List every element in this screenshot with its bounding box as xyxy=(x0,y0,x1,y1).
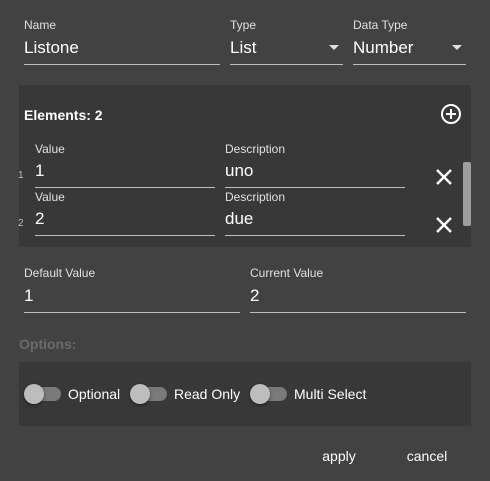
options-title: Options: xyxy=(19,336,77,352)
type-chevron-down-icon[interactable] xyxy=(329,45,339,50)
remove-row-close-icon[interactable] xyxy=(435,216,453,234)
name-underline xyxy=(24,64,220,65)
row-value-input[interactable]: 2 xyxy=(35,209,44,229)
row-description-underline xyxy=(225,235,405,236)
data-type-label: Data Type xyxy=(353,18,408,32)
default-value-label: Default Value xyxy=(24,266,96,280)
current-value-label: Current Value xyxy=(250,266,324,280)
type-underline xyxy=(230,64,343,65)
current-value-input[interactable]: 2 xyxy=(250,286,259,306)
row-value-label: Value xyxy=(35,142,65,156)
read-only-toggle-label: Read Only xyxy=(174,386,241,402)
row-description-label: Description xyxy=(225,190,286,204)
optional-toggle-label: Optional xyxy=(68,386,121,402)
elements-scrollbar[interactable] xyxy=(463,162,471,226)
default-value-underline xyxy=(24,312,240,313)
data-type-select[interactable]: Number xyxy=(353,38,413,58)
row-value-input[interactable]: 1 xyxy=(35,161,44,181)
optional-toggle[interactable] xyxy=(24,384,64,404)
data-type-underline xyxy=(353,64,466,65)
row-index: 2 xyxy=(18,218,24,229)
add-circle-icon[interactable] xyxy=(440,103,462,125)
current-value-underline xyxy=(250,312,466,313)
multi-select-toggle-label: Multi Select xyxy=(294,386,367,402)
read-only-toggle[interactable] xyxy=(130,384,170,404)
row-value-label: Value xyxy=(35,190,65,204)
remove-row-close-icon[interactable] xyxy=(435,168,453,186)
row-description-input[interactable]: uno xyxy=(225,161,253,181)
row-value-underline xyxy=(35,235,215,236)
multi-select-toggle[interactable] xyxy=(250,384,290,404)
type-label: Type xyxy=(230,18,257,32)
apply-button[interactable]: apply xyxy=(312,448,366,464)
type-select[interactable]: List xyxy=(230,38,256,58)
data-type-chevron-down-icon[interactable] xyxy=(452,45,462,50)
row-description-underline xyxy=(225,187,405,188)
row-value-underline xyxy=(35,187,215,188)
default-value-input[interactable]: 1 xyxy=(24,286,33,306)
cancel-button[interactable]: cancel xyxy=(398,448,456,464)
row-description-input[interactable]: due xyxy=(225,209,253,229)
name-label: Name xyxy=(24,18,57,32)
row-description-label: Description xyxy=(225,142,286,156)
elements-header: Elements: 2 xyxy=(24,107,103,123)
name-input[interactable]: Listone xyxy=(24,38,79,58)
row-index: 1 xyxy=(18,170,24,181)
